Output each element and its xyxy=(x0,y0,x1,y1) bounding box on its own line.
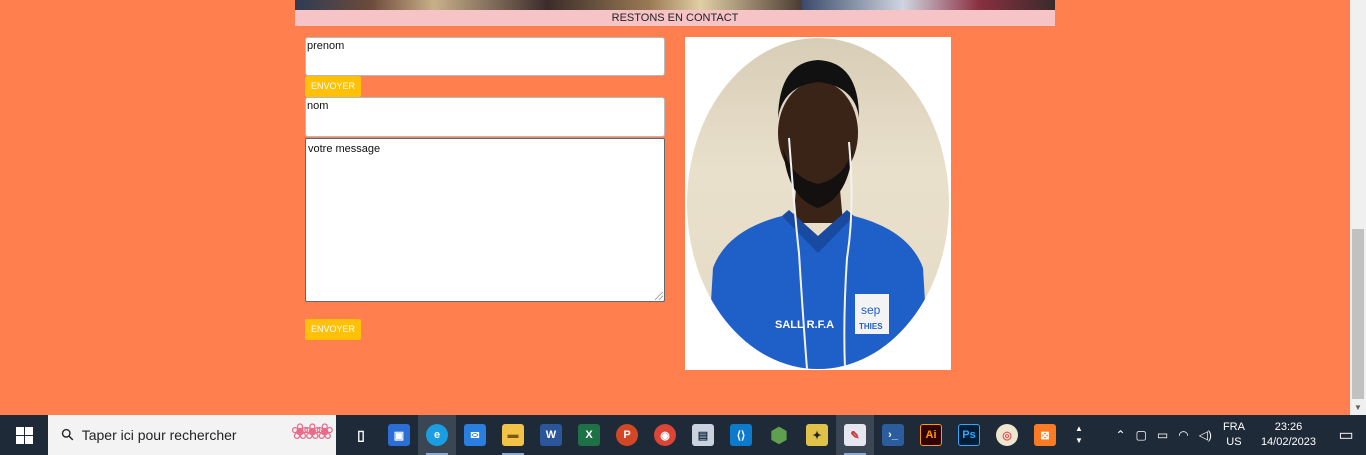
web-page: RESTONS EN CONTACT prenom ENVOYER nom vo… xyxy=(0,0,1350,415)
shirt-text: SALL R.F.A xyxy=(775,319,834,331)
show-hidden-icons-icon[interactable]: ⌃ xyxy=(1115,428,1125,442)
clock-time: 23:26 xyxy=(1274,421,1303,433)
photoshop-glyph: Ps xyxy=(958,424,980,446)
start-button[interactable] xyxy=(0,415,48,455)
resize-grip-icon[interactable] xyxy=(655,292,663,300)
media-player-icon[interactable]: ◎ xyxy=(988,415,1026,455)
windows-logo-icon xyxy=(15,426,33,444)
scrollbar-thumb[interactable] xyxy=(1352,229,1364,399)
battery-icon[interactable]: ▭ xyxy=(1157,428,1168,442)
wifi-icon[interactable]: ◠ xyxy=(1178,428,1188,442)
profile-photo-oval: SALL R.F.A sep THIES xyxy=(687,38,949,369)
page-scrollbar[interactable]: ▼ xyxy=(1350,0,1366,415)
hero-image-strip xyxy=(295,0,1055,10)
word-icon[interactable]: W xyxy=(532,415,570,455)
clock-date: 14/02/2023 xyxy=(1260,436,1316,448)
powershell-glyph: ›_ xyxy=(882,424,904,446)
search-placeholder: Taper ici pour rechercher xyxy=(81,427,237,443)
nom-value: nom xyxy=(307,100,329,112)
task-view-glyph: ▯ xyxy=(357,426,365,443)
badge-bottom-text: THIES xyxy=(859,322,883,331)
nodejs-glyph: ⬢ xyxy=(770,424,788,447)
chrome-icon[interactable]: ◉ xyxy=(646,415,684,455)
word-glyph: W xyxy=(540,424,562,446)
scroll-down-icon[interactable]: ▼ xyxy=(1354,403,1362,412)
store-glyph: ▣ xyxy=(388,424,410,446)
network-app-icon[interactable]: ▤ xyxy=(684,415,722,455)
message-textarea[interactable]: votre message xyxy=(305,138,665,302)
powerpoint-glyph: P xyxy=(616,424,638,446)
profile-photo: SALL R.F.A sep THIES xyxy=(685,37,951,370)
edge-glyph: e xyxy=(426,424,448,446)
taskbar-apps: ▯ ▣ e ✉ ▬ W X P ◉ ▤ ⟨⟩ ⬢ ✦ ✎ ›_ Ai Ps ◎ … xyxy=(342,415,1064,455)
paint-icon[interactable]: ✎ xyxy=(836,415,874,455)
tulips-icon: ❀❀❀ xyxy=(290,419,334,444)
edge-icon[interactable]: e xyxy=(418,415,456,455)
file-explorer-icon[interactable]: ▬ xyxy=(494,415,532,455)
system-clock[interactable]: 23:26 14/02/2023 xyxy=(1261,420,1316,450)
mail-glyph: ✉ xyxy=(464,424,486,446)
app-icon[interactable]: ✦ xyxy=(798,415,836,455)
powerpoint-icon[interactable]: P xyxy=(608,415,646,455)
app-glyph: ✦ xyxy=(806,424,828,446)
vscode-icon[interactable]: ⟨⟩ xyxy=(722,415,760,455)
contact-heading: RESTONS EN CONTACT xyxy=(295,10,1055,26)
system-tray: ⌃ ▢ ▭ ◠ ◁) FRA US 23:26 14/02/2023 ▭ xyxy=(1110,415,1366,455)
network-glyph: ▤ xyxy=(692,424,714,446)
prenom-value: prenom xyxy=(307,40,345,52)
xampp-glyph: ⊠ xyxy=(1034,424,1056,446)
volume-icon[interactable]: ◁) xyxy=(1199,428,1212,442)
media-glyph: ◎ xyxy=(996,424,1018,446)
chevron-down-icon[interactable]: ▼ xyxy=(1075,435,1083,447)
nodejs-icon[interactable]: ⬢ xyxy=(760,415,798,455)
language-top: FRA xyxy=(1222,421,1245,433)
language-indicator[interactable]: FRA US xyxy=(1223,420,1245,450)
xampp-icon[interactable]: ⊠ xyxy=(1026,415,1064,455)
message-value: votre message xyxy=(308,143,381,155)
taskbar-search[interactable]: ⚲ Taper ici pour rechercher ❀❀❀ xyxy=(48,415,336,455)
nom-input[interactable]: nom xyxy=(305,97,665,137)
windows-taskbar: ⚲ Taper ici pour rechercher ❀❀❀ ▯ ▣ e ✉ … xyxy=(0,415,1366,455)
send-button-top[interactable]: ENVOYER xyxy=(305,76,362,97)
paint-glyph: ✎ xyxy=(844,424,866,446)
illustrator-glyph: Ai xyxy=(920,424,942,446)
send-button-bottom[interactable]: ENVOYER xyxy=(305,319,362,340)
prenom-input[interactable]: prenom xyxy=(305,37,665,76)
illustrator-icon[interactable]: Ai xyxy=(912,415,950,455)
mail-icon[interactable]: ✉ xyxy=(456,415,494,455)
microsoft-store-icon[interactable]: ▣ xyxy=(380,415,418,455)
explorer-glyph: ▬ xyxy=(502,424,524,446)
search-icon: ⚲ xyxy=(58,425,79,446)
meet-now-icon[interactable]: ▢ xyxy=(1136,428,1147,442)
powershell-icon[interactable]: ›_ xyxy=(874,415,912,455)
portrait-illustration: SALL R.F.A sep THIES xyxy=(707,60,929,369)
excel-icon[interactable]: X xyxy=(570,415,608,455)
excel-glyph: X xyxy=(578,424,600,446)
chevron-up-icon[interactable]: ▲ xyxy=(1075,423,1083,435)
vscode-glyph: ⟨⟩ xyxy=(730,424,752,446)
chrome-glyph: ◉ xyxy=(654,424,676,446)
taskbar-overflow[interactable]: ▲ ▼ xyxy=(1072,415,1086,455)
notification-center-icon[interactable]: ▭ xyxy=(1326,415,1366,455)
badge-top-text: sep xyxy=(861,303,881,317)
photoshop-icon[interactable]: Ps xyxy=(950,415,988,455)
task-view-icon[interactable]: ▯ xyxy=(342,415,380,455)
language-bottom: US xyxy=(1226,436,1242,448)
